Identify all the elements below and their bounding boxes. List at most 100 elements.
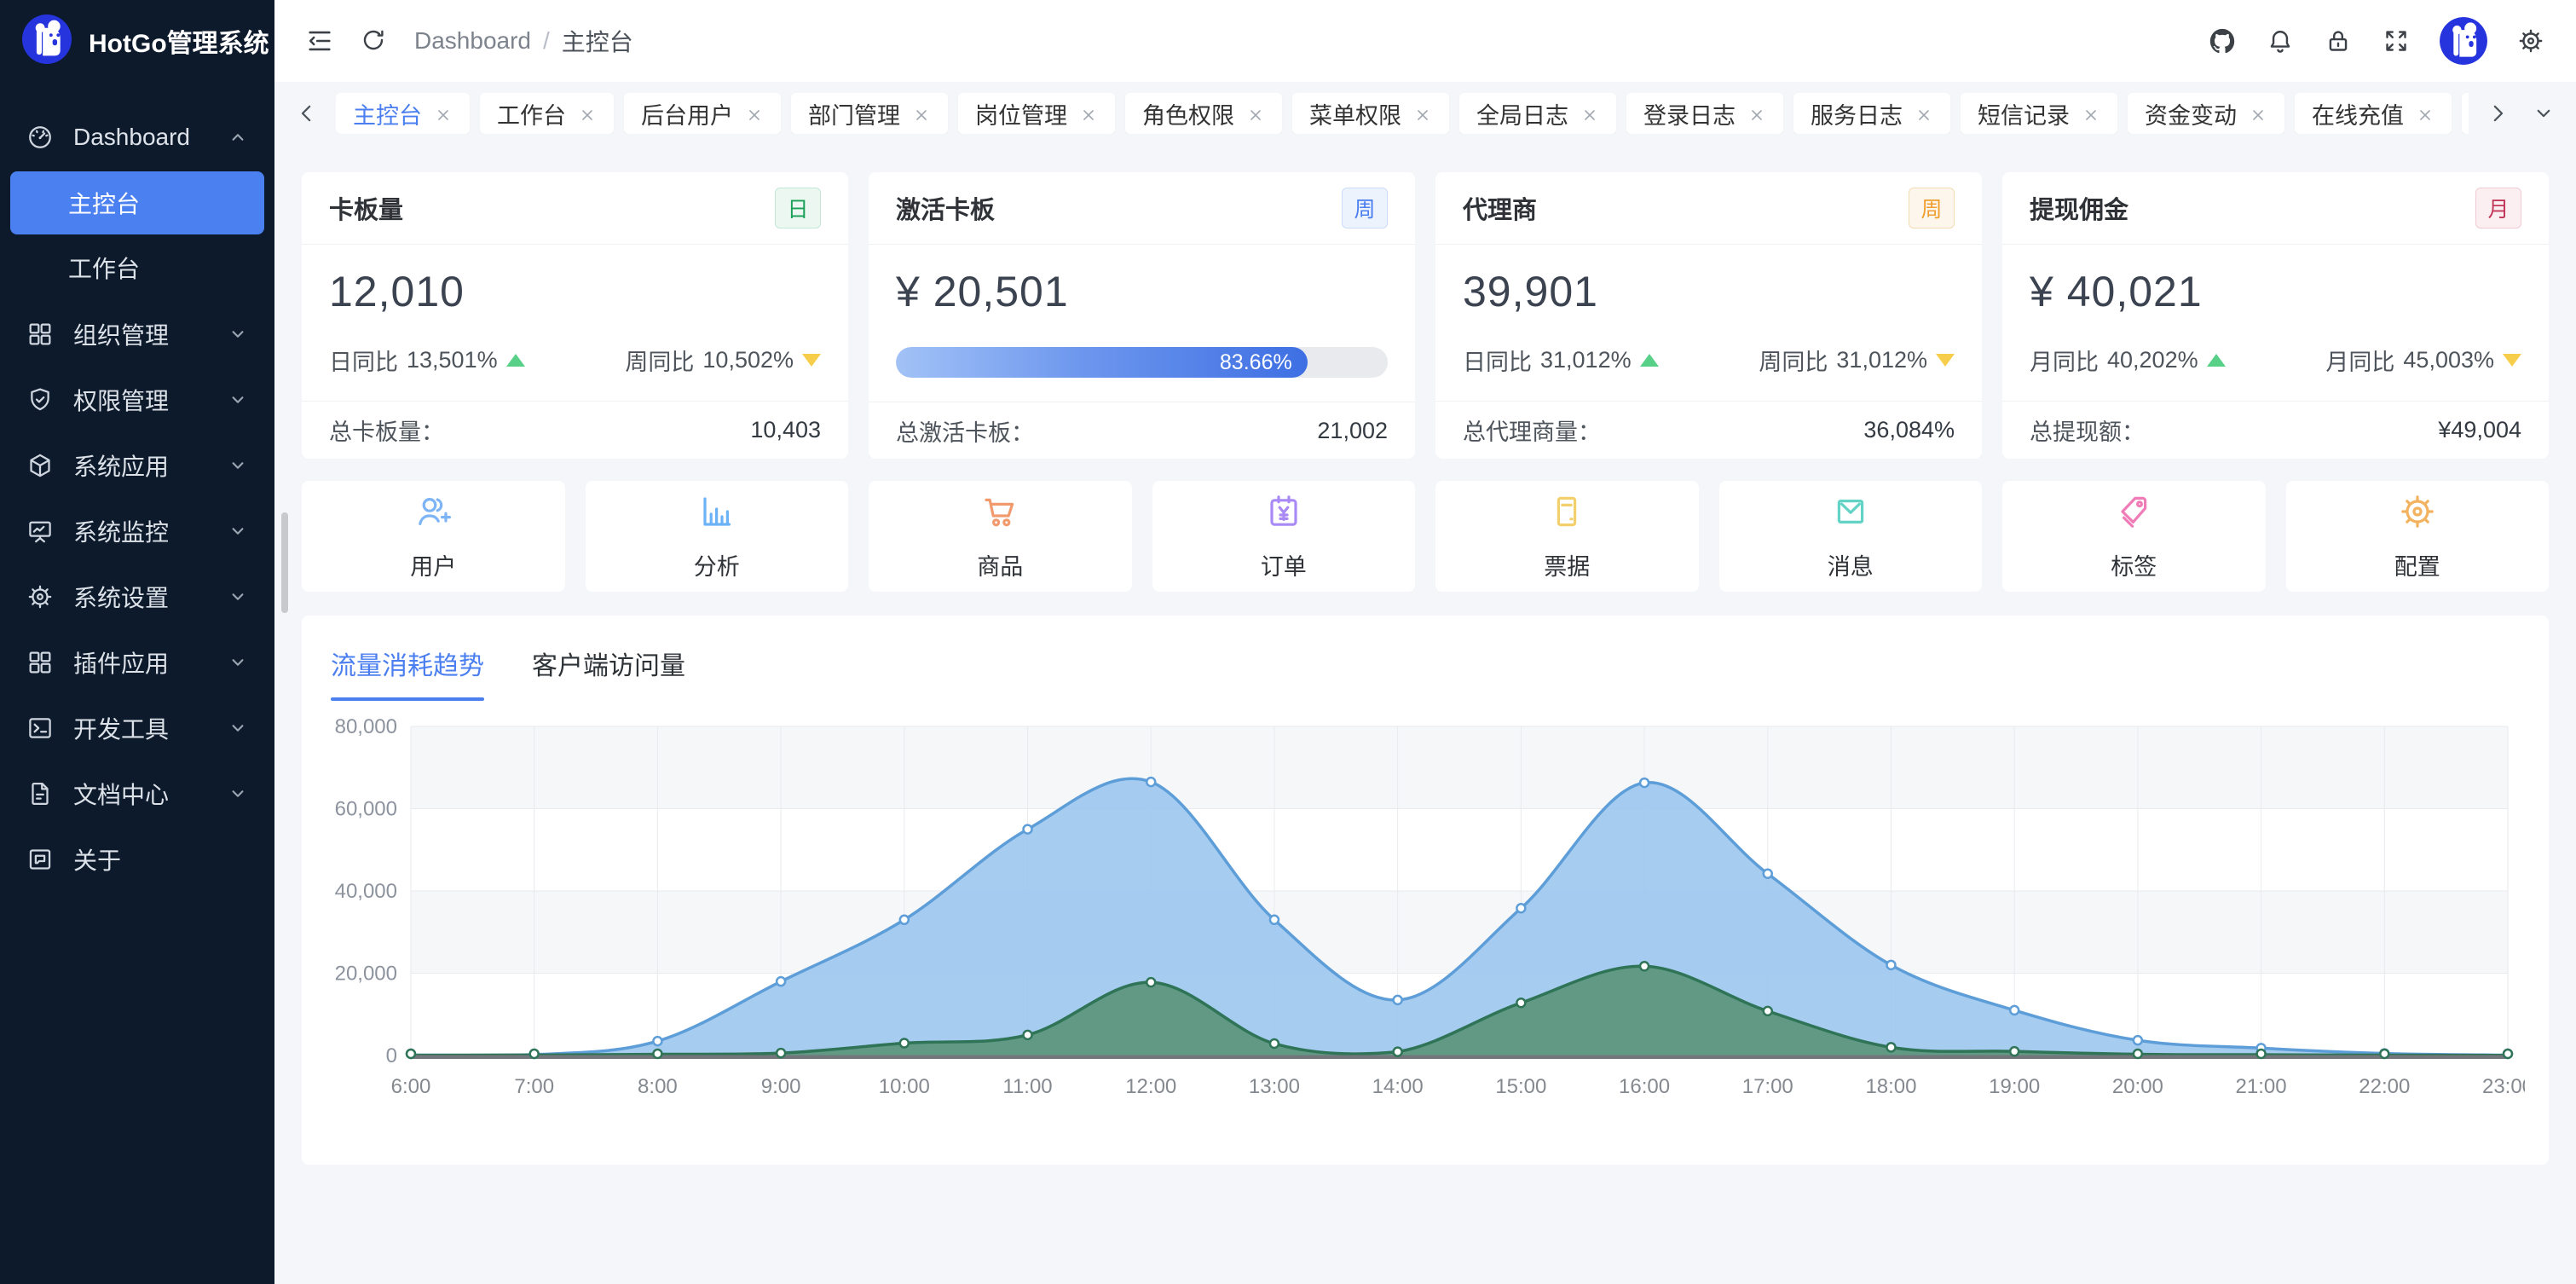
close-icon[interactable] (1246, 104, 1265, 123)
sidebar-item-plugins[interactable]: 插件应用 (0, 629, 274, 695)
tab-chip-菜单权限[interactable]: 菜单权限 (1292, 93, 1449, 134)
trend-up: 日同比31,012% (1463, 344, 1659, 377)
refresh-icon[interactable] (360, 26, 389, 55)
tab-chip-后台用户[interactable]: 后台用户 (624, 93, 781, 134)
quick-action-messages[interactable]: 消息 (1719, 481, 1983, 592)
quick-action-orders[interactable]: 订单 (1152, 481, 1416, 592)
trend-label: 月同比 (2325, 344, 2394, 377)
menu-fold-icon[interactable] (305, 26, 334, 55)
tab-chip-服务日志[interactable]: 服务日志 (1793, 93, 1950, 134)
breadcrumb-root[interactable]: Dashboard (414, 27, 531, 55)
stat-card-title: 代理商 (1463, 190, 1537, 226)
sidebar-item-about[interactable]: 关于 (0, 826, 274, 892)
quick-action-analysis[interactable]: 分析 (586, 481, 849, 592)
tab-chip-登录日志[interactable]: 登录日志 (1626, 93, 1783, 134)
breadcrumb-separator: / (543, 27, 550, 55)
stat-card-body: ¥ 40,021月同比40,202%月同比45,003% (2002, 245, 2549, 401)
tab-chip-部门管理[interactable]: 部门管理 (791, 93, 948, 134)
close-icon[interactable] (912, 104, 931, 123)
svg-text:18:00: 18:00 (1865, 1075, 1916, 1098)
trend-label: 周同比 (625, 344, 694, 377)
sidebar-subitem-console[interactable]: 主控台 (10, 171, 264, 234)
sidebar-subitem-workbench[interactable]: 工作台 (10, 236, 264, 299)
sidebar-item-dashboard[interactable]: Dashboard (0, 104, 274, 170)
tab-chip-提现管理[interactable]: 提现管理 (2462, 93, 2469, 134)
terminal-icon (26, 714, 55, 743)
quick-action-label: 订单 (1261, 548, 1307, 581)
quick-actions: 用户 分析商品 订单 票据消息标签配置 (302, 481, 2549, 592)
stat-card-body: ¥ 20,50183.66% (869, 245, 1415, 402)
tab-chip-工作台[interactable]: 工作台 (480, 93, 614, 134)
breadcrumb: Dashboard / 主控台 (414, 24, 633, 58)
quick-action-tickets[interactable]: 票据 (1435, 481, 1699, 592)
quick-action-label: 用户 (410, 548, 456, 581)
chevron-down-icon (227, 586, 249, 608)
github-icon[interactable] (2208, 26, 2237, 55)
tab-label: 主控台 (353, 97, 422, 130)
sidebar-item-monitor[interactable]: 系统监控 (0, 498, 274, 564)
chevron-down-icon (227, 520, 249, 542)
close-icon[interactable] (1915, 104, 1933, 123)
sidebar-item-org[interactable]: 组织管理 (0, 301, 274, 367)
tabs-strip: 主控台 工作台后台用户部门管理 岗位管理角色权限菜单权限 全局日志登录日志服务日志短信… (336, 93, 2469, 134)
bell-icon[interactable] (2266, 26, 2295, 55)
quick-action-label: 商品 (977, 548, 1023, 581)
lock-icon[interactable] (2324, 26, 2353, 55)
dashboard-content: 卡板量日12,010日同比13,501%周同比10,502%总卡板量：10,40… (274, 145, 2576, 1284)
quick-action-labels[interactable]: 标签 (2002, 481, 2266, 592)
settings-gear-icon[interactable] (2516, 26, 2545, 55)
sidebar-item-devtools[interactable]: 开发工具 (0, 695, 274, 761)
stat-footer-label: 总提现额： (2030, 414, 2145, 447)
stat-card-header: 提现佣金月 (2002, 172, 2549, 245)
tab-chip-短信记录[interactable]: 短信记录 (1961, 93, 2117, 134)
close-icon[interactable] (578, 104, 597, 123)
close-icon[interactable] (2249, 104, 2267, 123)
tab-chip-全局日志[interactable]: 全局日志 (1459, 93, 1616, 134)
tab-label: 菜单权限 (1309, 97, 1401, 130)
tabbar: 主控台 工作台后台用户部门管理 岗位管理角色权限菜单权限 全局日志登录日志服务日志短信… (274, 82, 2576, 145)
sidebar-item-apps[interactable]: 系统应用 (0, 432, 274, 498)
sidebar-item-auth[interactable]: 权限管理 (0, 367, 274, 432)
trend-value: 13,501% (407, 347, 498, 373)
chart-tab-客户端访问量[interactable]: 客户端访问量 (532, 645, 685, 701)
close-icon[interactable] (745, 104, 764, 123)
chart-panel: 流量消耗趋势客户端访问量 020,00040,00060,00080,0006:… (302, 616, 2549, 1165)
tab-label: 部门管理 (808, 97, 900, 130)
gear-icon (2397, 491, 2438, 536)
stat-card-value: ¥ 40,021 (2030, 267, 2521, 316)
tabs-dropdown-button[interactable] (2527, 96, 2561, 130)
sidebar-item-label: 关于 (73, 842, 249, 876)
area-chart-svg: 020,00040,00060,00080,0006:007:008:009:0… (326, 714, 2525, 1145)
quick-action-users[interactable]: 用户 (302, 481, 565, 592)
tab-chip-在线充值[interactable]: 在线充值 (2295, 93, 2452, 134)
close-icon[interactable] (434, 104, 453, 123)
tabs-scroll-right-button[interactable] (2481, 96, 2515, 130)
close-icon[interactable] (1413, 104, 1432, 123)
tabs-scroll-left-button[interactable] (290, 96, 324, 130)
chart-tab-流量消耗趋势[interactable]: 流量消耗趋势 (331, 645, 484, 701)
tag-icon (2113, 491, 2154, 536)
topbar-actions (2208, 17, 2545, 65)
progress-fill: 83.66% (896, 347, 1308, 378)
close-icon[interactable] (2082, 104, 2100, 123)
svg-text:11:00: 11:00 (1002, 1075, 1052, 1098)
tab-chip-主控台[interactable]: 主控台 (336, 93, 470, 134)
close-icon[interactable] (2416, 104, 2434, 123)
close-icon[interactable] (1079, 104, 1098, 123)
sidebar-item-settings[interactable]: 系统设置 (0, 564, 274, 629)
sidebar-item-docs[interactable]: 文档中心 (0, 761, 274, 826)
order-icon (1263, 491, 1304, 536)
quick-action-config[interactable]: 配置 (2286, 481, 2550, 592)
topbar: Dashboard / 主控台 (274, 0, 2576, 82)
user-add-icon (413, 491, 453, 536)
content-scrollbar-thumb[interactable] (281, 512, 288, 613)
user-avatar[interactable] (2440, 17, 2487, 65)
close-icon[interactable] (1580, 104, 1599, 123)
tab-chip-岗位管理[interactable]: 岗位管理 (958, 93, 1115, 134)
fullscreen-icon[interactable] (2382, 26, 2411, 55)
close-icon[interactable] (1747, 104, 1766, 123)
tab-chip-角色权限[interactable]: 角色权限 (1125, 93, 1282, 134)
quick-action-goods[interactable]: 商品 (869, 481, 1132, 592)
tab-chip-资金变动[interactable]: 资金变动 (2128, 93, 2284, 134)
period-badge: 月 (2475, 188, 2521, 228)
